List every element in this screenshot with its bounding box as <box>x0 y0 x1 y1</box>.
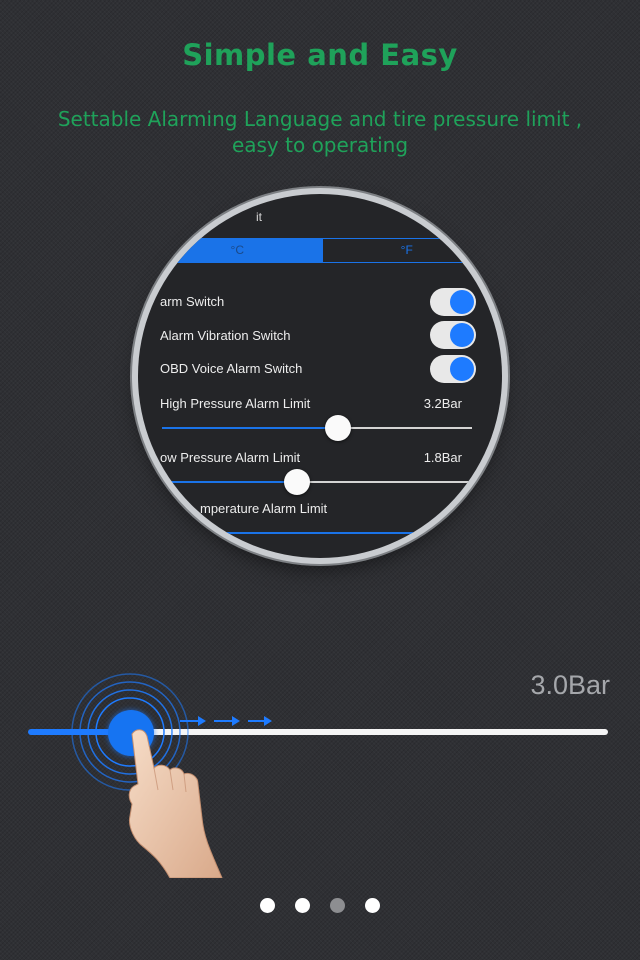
alarm-vibration-switch-label: Alarm Vibration Switch <box>160 328 291 343</box>
drag-direction-arrows-icon <box>180 716 272 726</box>
section-title: it <box>256 210 262 224</box>
page-dot[interactable] <box>260 898 275 913</box>
alarm-switch-toggle[interactable] <box>430 288 476 316</box>
low-pressure-limit-label: ow Pressure Alarm Limit <box>160 450 301 465</box>
low-pressure-slider-thumb[interactable] <box>284 469 310 495</box>
toggle-knob <box>450 357 474 381</box>
high-pressure-limit-label: High Pressure Alarm Limit <box>160 396 311 411</box>
demo-slider-value: 3.0Bar <box>530 670 610 700</box>
toggle-knob <box>450 290 474 314</box>
page-subtitle: Settable Alarming Language and tire pres… <box>20 106 620 158</box>
high-pressure-slider-thumb[interactable] <box>325 415 351 441</box>
toggle-knob <box>450 323 474 347</box>
subtitle-line-2: easy to operating <box>231 133 409 157</box>
page-dot[interactable] <box>295 898 310 913</box>
obd-voice-alarm-switch-toggle[interactable] <box>430 355 476 383</box>
alarm-vibration-switch-toggle[interactable] <box>430 321 476 349</box>
pointing-hand-icon <box>128 729 223 878</box>
unit-option-celsius[interactable]: °C <box>153 239 322 262</box>
temperature-unit-toggle[interactable]: °C °F <box>152 238 492 263</box>
unit-option-fahrenheit[interactable]: °F <box>321 239 492 262</box>
page-title: Simple and Easy <box>182 38 458 72</box>
high-pressure-limit-value: 3.2Bar <box>423 396 462 411</box>
slider-fill <box>162 427 338 429</box>
page-dot-current[interactable] <box>330 898 345 913</box>
slider-fill <box>162 481 298 483</box>
settings-magnifier: it °C °F arm Switch Alarm Vibration Swit… <box>138 194 502 558</box>
low-pressure-limit-value: 1.8Bar <box>423 450 462 465</box>
low-pressure-limit-slider[interactable] <box>162 481 472 483</box>
subtitle-line-1: Settable Alarming Language and tire pres… <box>57 107 583 131</box>
page-dot[interactable] <box>365 898 380 913</box>
page-indicator <box>0 898 640 913</box>
temperature-limit-label: mperature Alarm Limit <box>200 501 328 516</box>
obd-voice-alarm-switch-label: OBD Voice Alarm Switch <box>160 361 303 376</box>
temperature-limit-slider[interactable] <box>188 532 448 534</box>
alarm-switch-label: arm Switch <box>160 294 225 309</box>
high-pressure-limit-slider[interactable] <box>162 427 472 429</box>
temperature-limit-value: 6 <box>454 501 462 516</box>
